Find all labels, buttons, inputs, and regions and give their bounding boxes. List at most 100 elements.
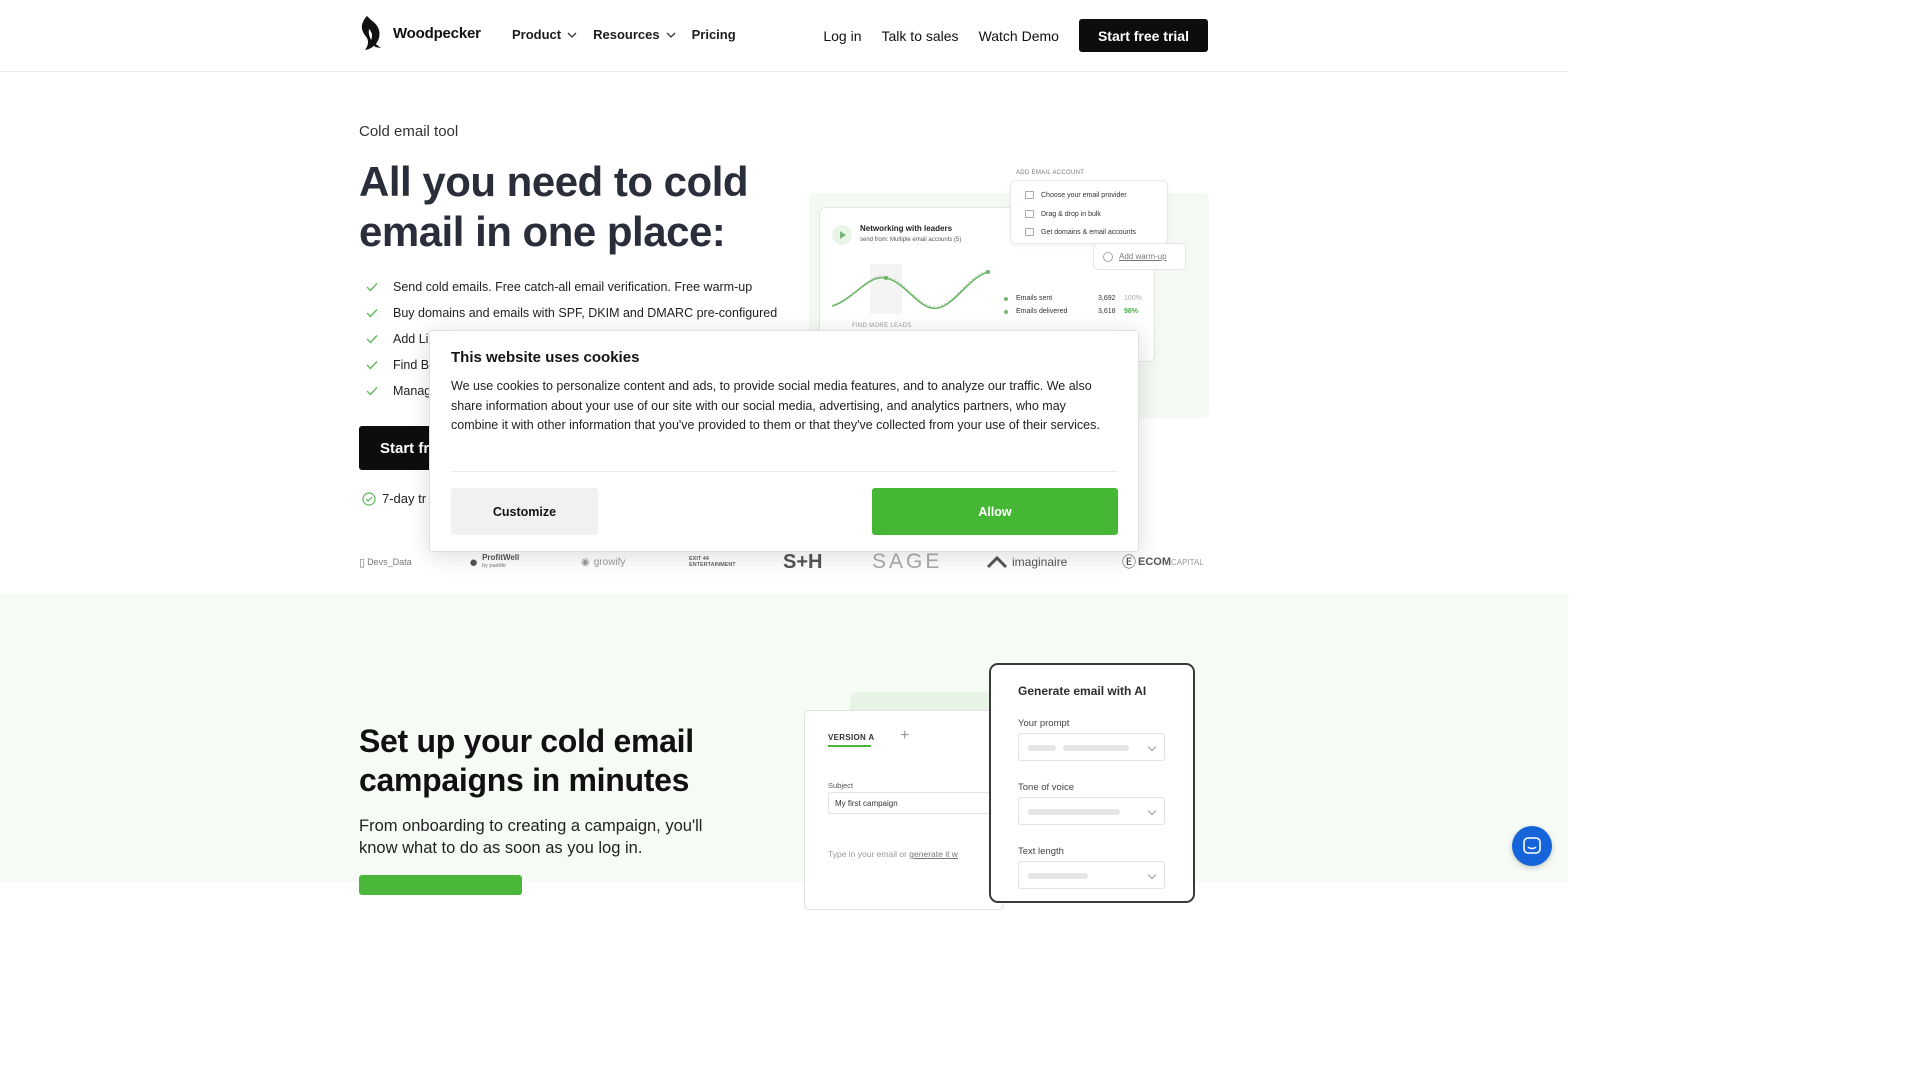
prompt-field bbox=[1018, 733, 1165, 761]
imaginaire-chevron-icon bbox=[986, 555, 1008, 569]
nav-pricing-label: Pricing bbox=[691, 27, 736, 42]
devs-data-text: Devs_Data bbox=[367, 557, 412, 567]
ecom-text: ECOM bbox=[1138, 556, 1171, 568]
feature-text: Add Li bbox=[393, 332, 429, 346]
imaginaire-text: imaginaire bbox=[1012, 555, 1068, 569]
hero-eyebrow: Cold email tool bbox=[359, 123, 459, 140]
divider bbox=[451, 471, 1118, 472]
top-navigation: Woodpecker Product Resources Pricing Log… bbox=[0, 0, 1568, 72]
add-account-option-label: Drag & drop in bulk bbox=[1041, 210, 1101, 218]
find-more-leads-label: FIND MORE LEADS bbox=[852, 323, 912, 329]
trial-note: 7-day tr bbox=[362, 491, 426, 506]
customize-button[interactable]: Customize bbox=[451, 488, 598, 535]
ai-card-title: Generate email with AI bbox=[1018, 684, 1147, 698]
add-version-icon: + bbox=[900, 727, 910, 744]
devs-data-logo: ▯ Devs_Data bbox=[359, 556, 412, 569]
check-circle-icon bbox=[362, 491, 376, 506]
status-dot bbox=[1004, 309, 1008, 314]
cookie-title: This website uses cookies bbox=[451, 349, 640, 366]
talk-to-sales-link[interactable]: Talk to sales bbox=[882, 28, 959, 44]
chevron-down-icon bbox=[567, 32, 577, 38]
active-tab-indicator bbox=[828, 745, 871, 747]
mail-icon bbox=[1025, 191, 1034, 199]
exit44-sub: ENTERTAINMENT bbox=[689, 562, 736, 568]
feature-item: Send cold emails. Free catch-all email v… bbox=[366, 274, 777, 300]
add-account-option-label: Choose your email provider bbox=[1041, 191, 1127, 199]
section-cta-button[interactable] bbox=[359, 875, 522, 895]
add-account-option: Choose your email provider bbox=[1025, 191, 1127, 199]
sage-logo: SAGE bbox=[872, 550, 942, 574]
imaginaire-logo: imaginaire bbox=[986, 550, 1067, 574]
calendar-icon bbox=[1025, 228, 1034, 236]
chevron-down-icon bbox=[1147, 742, 1157, 752]
brand-name: Woodpecker bbox=[393, 24, 481, 42]
check-icon bbox=[366, 335, 378, 344]
campaign-send-from: send from: Multiple email accounts (5) bbox=[860, 237, 962, 243]
add-warmup-chip: Add warm-up bbox=[1093, 243, 1186, 270]
length-field bbox=[1018, 861, 1165, 889]
play-icon bbox=[832, 225, 852, 245]
sh-logo: S+H bbox=[783, 550, 822, 574]
section-description: From onboarding to creating a campaign, … bbox=[359, 817, 703, 857]
campaign-sparkline-chart bbox=[831, 264, 990, 314]
sage-text: SAGE bbox=[872, 550, 943, 573]
stat-label: Emails sent bbox=[1016, 295, 1053, 302]
chevron-down-icon bbox=[1147, 806, 1157, 816]
check-icon bbox=[366, 361, 378, 370]
start-free-trial-button[interactable]: Start free trial bbox=[1078, 19, 1208, 52]
chat-icon bbox=[1523, 837, 1541, 854]
exit44-logo: EXIT 44 ENTERTAINMENT bbox=[689, 550, 736, 574]
nav-resources-label: Resources bbox=[593, 27, 660, 42]
add-account-option: Get domains & email accounts bbox=[1025, 228, 1136, 236]
chat-launcher-button[interactable] bbox=[1512, 826, 1552, 866]
growify-text: growify bbox=[593, 556, 626, 568]
subject-field: My first campaign bbox=[828, 792, 998, 814]
feature-text: Send cold emails. Free catch-all email v… bbox=[393, 280, 753, 294]
chevron-down-icon bbox=[666, 32, 676, 38]
brand-logo[interactable]: Woodpecker bbox=[359, 14, 481, 52]
body-placeholder-text: Type in your email or bbox=[828, 849, 907, 859]
check-icon bbox=[366, 387, 378, 396]
feature-text: Buy domains and emails with SPF, DKIM an… bbox=[393, 306, 778, 320]
version-a-tab: VERSION A bbox=[828, 733, 875, 742]
stat-value: 3,618 bbox=[1098, 308, 1116, 315]
ecom-capital-logo: Ⓔ ECOM CAPITAL bbox=[1122, 554, 1204, 570]
check-icon bbox=[366, 283, 378, 292]
check-icon bbox=[366, 309, 378, 318]
profitwell-sub: by paddle bbox=[482, 563, 506, 569]
woodpecker-logo-icon bbox=[361, 16, 381, 50]
upload-icon bbox=[1025, 210, 1034, 218]
warmup-icon bbox=[1103, 251, 1113, 262]
cookie-description: We use cookies to personalize content an… bbox=[451, 379, 1100, 433]
prompt-label: Your prompt bbox=[1018, 718, 1070, 729]
nav-product-label: Product bbox=[512, 27, 562, 42]
length-label: Text length bbox=[1018, 846, 1064, 857]
add-account-option-label: Get domains & email accounts bbox=[1041, 228, 1136, 236]
generate-link: generate it w bbox=[909, 849, 958, 859]
section-title: Set up your cold email campaigns in minu… bbox=[359, 723, 694, 798]
allow-button[interactable]: Allow bbox=[872, 488, 1118, 535]
subject-label: Subject bbox=[828, 781, 854, 790]
watch-demo-link[interactable]: Watch Demo bbox=[979, 28, 1059, 44]
campaign-name: Networking with leaders bbox=[860, 224, 953, 233]
campaign-setup-section bbox=[0, 594, 1568, 882]
stat-row: Emails sent 3,692 100% bbox=[1004, 295, 1142, 302]
stat-label: Emails delivered bbox=[1016, 308, 1068, 315]
profitwell-text: ProfitWell bbox=[482, 553, 520, 562]
tone-field bbox=[1018, 797, 1165, 825]
chevron-down-icon bbox=[1147, 870, 1157, 880]
nav-pricing[interactable]: Pricing bbox=[692, 27, 736, 42]
add-email-account-label: ADD EMAIL ACCOUNT bbox=[1016, 170, 1085, 176]
customer-logos: ▯ Devs_Data ● ProfitWell by paddle ◉ growi… bbox=[359, 550, 1209, 574]
profitwell-logo: ● ProfitWell by paddle bbox=[469, 553, 520, 571]
hero-title: All you need to cold email in one place: bbox=[359, 158, 749, 255]
status-dot bbox=[1004, 296, 1008, 301]
stat-row: Emails delivered 3,618 98% bbox=[1004, 308, 1138, 315]
nav-resources[interactable]: Resources bbox=[593, 27, 676, 42]
login-link[interactable]: Log in bbox=[823, 28, 861, 44]
cookie-consent-dialog: This website uses cookies We use cookies… bbox=[429, 330, 1139, 552]
feature-item: Buy domains and emails with SPF, DKIM an… bbox=[366, 300, 777, 326]
growify-logo: ◉ growify bbox=[581, 556, 626, 568]
nav-product[interactable]: Product bbox=[512, 27, 577, 42]
trial-note-text: 7-day tr bbox=[382, 491, 427, 506]
